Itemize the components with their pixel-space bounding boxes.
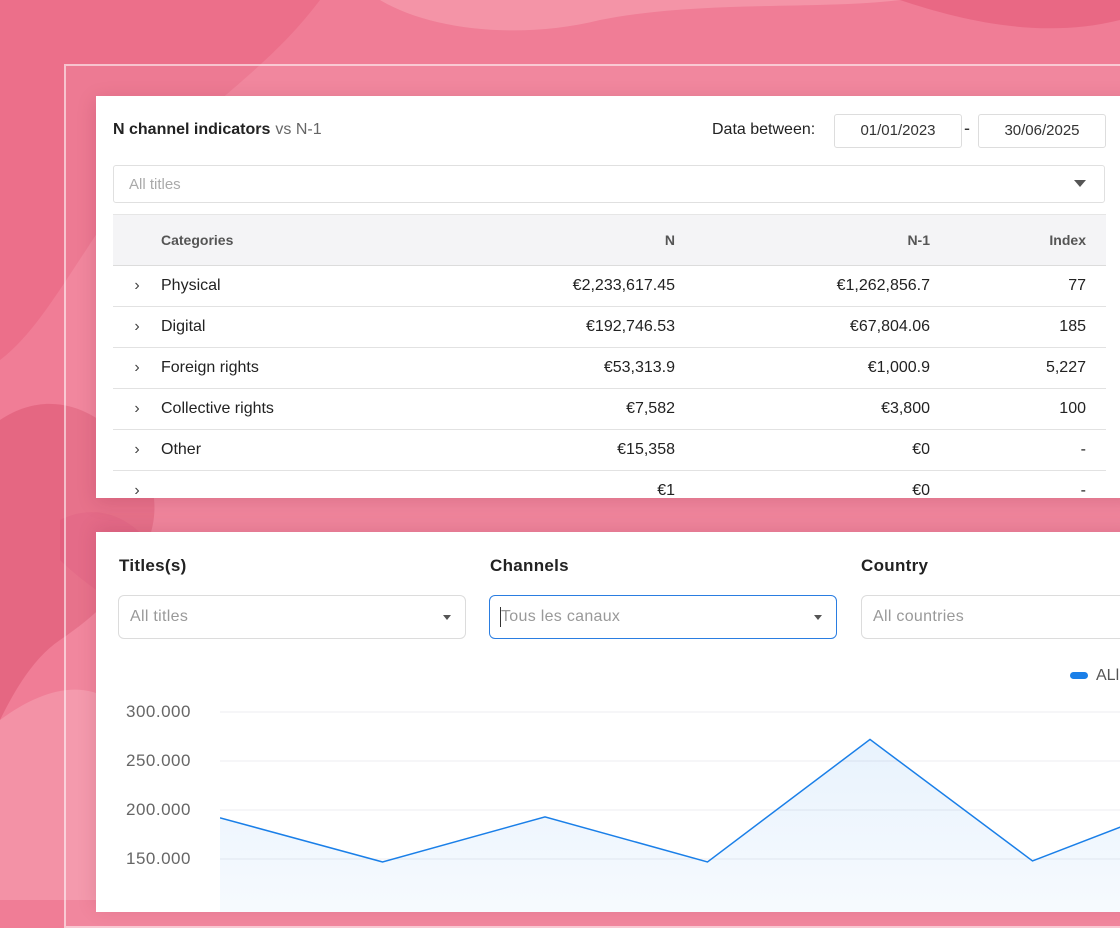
legend-label: ALl (1096, 667, 1120, 684)
caret-down-icon (443, 615, 451, 620)
row-category: Foreign rights (161, 347, 375, 389)
row-category: Physical (161, 265, 375, 307)
row-n-1-value: €0 (685, 429, 940, 471)
header-expander (113, 214, 161, 266)
row-category: Other (161, 429, 375, 471)
row-n-1-value: €3,800 (685, 388, 940, 430)
chevron-right-icon[interactable]: › (113, 388, 161, 430)
channels-filter-placeholder: Tous les canaux (501, 608, 621, 625)
row-n-1-value: €1,262,856.7 (685, 265, 940, 307)
chevron-right-icon[interactable]: › (113, 347, 161, 389)
y-tick-label: 150.000 (126, 849, 191, 868)
row-n-1-value: €67,804.06 (685, 306, 940, 348)
row-index-value: 5,227 (940, 347, 1106, 389)
date-from-input[interactable]: 01/01/2023 (834, 114, 962, 148)
country-filter-select[interactable]: All countries (861, 595, 1120, 639)
titles-select[interactable]: All titles (113, 165, 1105, 203)
table-row[interactable]: › Collective rights €7,582 €3,800 100 (113, 388, 1106, 430)
y-tick-label: 250.000 (126, 751, 191, 770)
row-category: Digital (161, 306, 375, 348)
titles-filter-placeholder: All titles (130, 608, 189, 625)
panel-title-comparison: vs N-1 (275, 121, 322, 138)
table-row[interactable]: › Digital €192,746.53 €67,804.06 185 (113, 306, 1106, 348)
categories-table: Categories N N-1 Index › Physical €2,233… (113, 214, 1106, 498)
legend-swatch (1070, 672, 1088, 680)
chevron-right-icon[interactable]: › (113, 470, 161, 498)
y-tick-label: 300.000 (126, 702, 191, 721)
row-index-value: 185 (940, 306, 1106, 348)
table-row[interactable]: › Foreign rights €53,313.9 €1,000.9 5,22… (113, 347, 1106, 389)
titles-select-placeholder: All titles (129, 176, 181, 193)
titles-filter-label: Titles(s) (119, 556, 187, 575)
table-row[interactable]: › Physical €2,233,617.45 €1,262,856.7 77 (113, 265, 1106, 307)
header-n[interactable]: N (375, 214, 685, 266)
panel-title: N channel indicators vs N-1 (113, 121, 322, 139)
caret-down-icon (814, 615, 822, 620)
chevron-right-icon[interactable]: › (113, 306, 161, 348)
chevron-right-icon[interactable]: › (113, 265, 161, 307)
country-filter-label: Country (861, 556, 929, 575)
date-separator: - (964, 118, 970, 138)
row-category (161, 470, 375, 498)
row-n-value: €2,233,617.45 (375, 265, 685, 307)
table-row[interactable]: › Other €15,358 €0 - (113, 429, 1106, 471)
row-n-value: €192,746.53 (375, 306, 685, 348)
date-to-input[interactable]: 30/06/2025 (978, 114, 1106, 148)
row-n-value: €15,358 (375, 429, 685, 471)
chevron-right-icon[interactable]: › (113, 429, 161, 471)
chart-legend[interactable]: ALl (1070, 667, 1119, 685)
sales-chart-panel: Titles(s) Channels Country All titles To… (96, 532, 1120, 912)
date-range-label: Data between: (712, 121, 816, 138)
header-index[interactable]: Index (940, 214, 1106, 266)
row-n-value: €1 (375, 470, 685, 498)
table-header-row: Categories N N-1 Index (113, 214, 1106, 266)
titles-filter-select[interactable]: All titles (118, 595, 466, 639)
panel-title-main: N channel indicators (113, 121, 271, 138)
row-category: Collective rights (161, 388, 375, 430)
caret-down-icon (1074, 180, 1086, 187)
table-row[interactable]: › €1 €0 - (113, 470, 1106, 498)
header-n-1[interactable]: N-1 (685, 214, 940, 266)
channels-filter-label: Channels (490, 556, 569, 575)
row-index-value: 100 (940, 388, 1106, 430)
y-tick-label: 200.000 (126, 800, 191, 819)
country-filter-placeholder: All countries (873, 608, 965, 625)
channels-filter-input[interactable]: Tous les canaux (489, 595, 837, 639)
row-n-value: €53,313.9 (375, 347, 685, 389)
header-categories[interactable]: Categories (161, 214, 375, 266)
channel-indicators-panel: N channel indicators vs N-1 Data between:… (96, 96, 1120, 498)
row-index-value: - (940, 470, 1106, 498)
row-n-1-value: €1,000.9 (685, 347, 940, 389)
row-index-value: - (940, 429, 1106, 471)
row-n-1-value: €0 (685, 470, 940, 498)
row-index-value: 77 (940, 265, 1106, 307)
area-chart (220, 711, 1120, 912)
row-n-value: €7,582 (375, 388, 685, 430)
